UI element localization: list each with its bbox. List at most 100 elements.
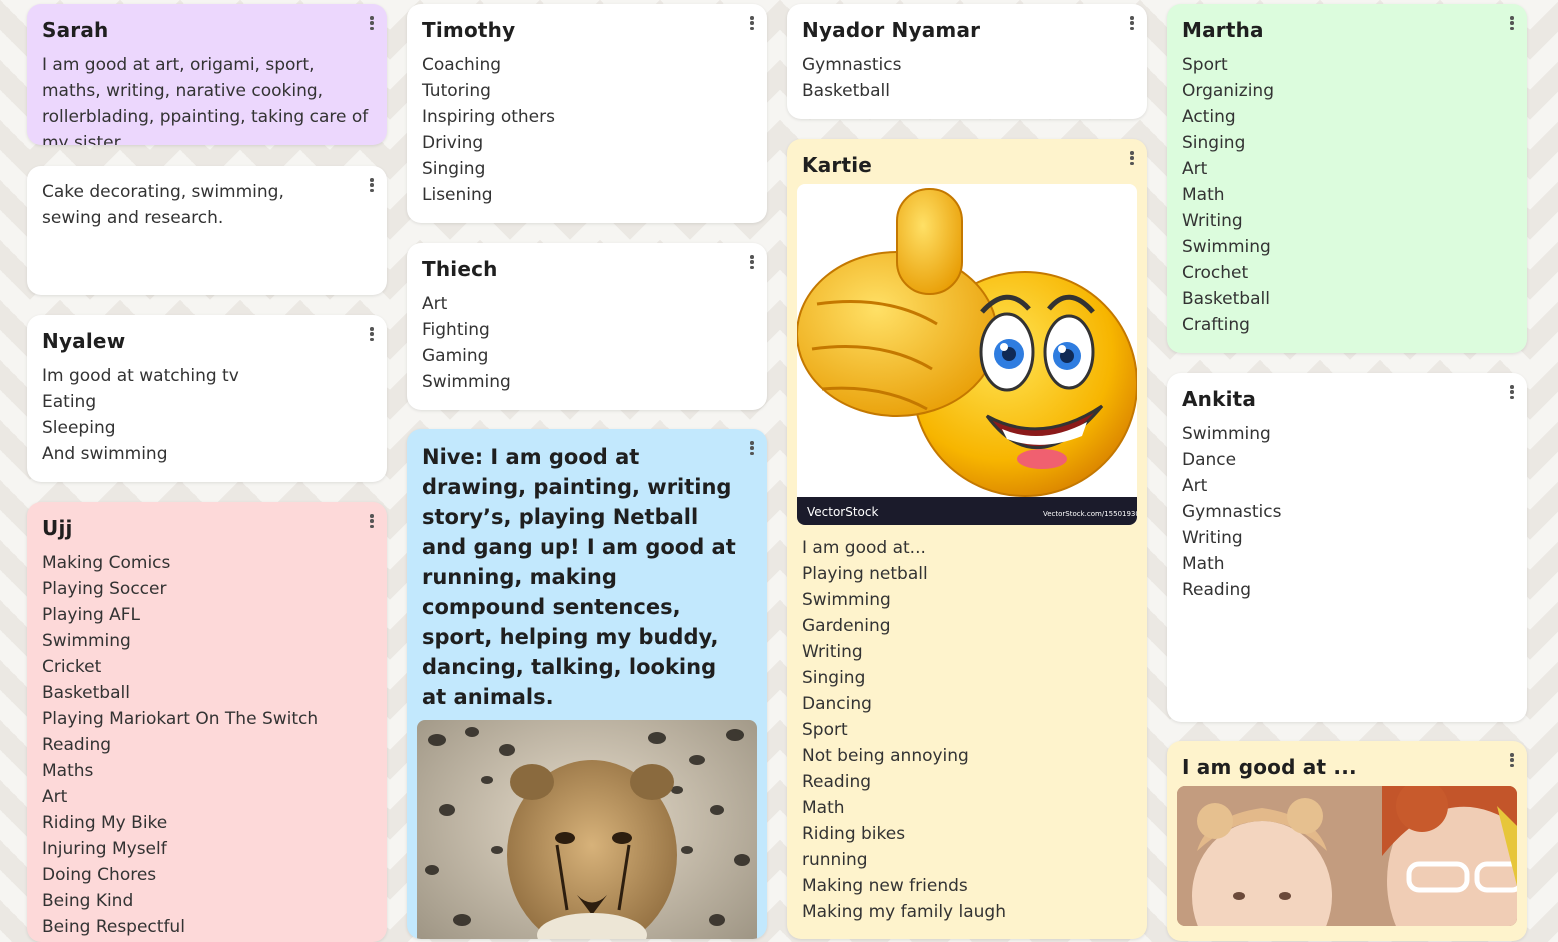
list-item: Being Respectful bbox=[42, 917, 185, 937]
list-item: Reading bbox=[1182, 580, 1252, 600]
list-item: Art bbox=[42, 787, 68, 807]
post-body: Swimming Dance Art Gymnastics Writing Ma… bbox=[1182, 421, 1512, 603]
list-item: Coaching bbox=[422, 55, 502, 75]
list-item: Playing Mariokart On The Switch bbox=[42, 709, 319, 729]
list-item: Singing bbox=[802, 668, 866, 688]
list-item: Swimming bbox=[1182, 424, 1271, 444]
post-body: Im good at watching tv Eating Sleeping A… bbox=[42, 363, 372, 467]
more-options-icon[interactable] bbox=[1507, 383, 1517, 401]
post-title: Ujj bbox=[42, 516, 73, 540]
list-item: I am good at... bbox=[802, 538, 926, 558]
list-item: Making new friends bbox=[802, 876, 968, 896]
post-card-cake[interactable]: Cake decorating, swimming, sewing and re… bbox=[27, 166, 387, 295]
list-item: Art bbox=[1182, 159, 1208, 179]
post-body: I am good at... Playing netball Swimming… bbox=[802, 535, 1132, 925]
post-body: Making Comics Playing Soccer Playing AFL… bbox=[42, 550, 372, 940]
list-item: Playing netball bbox=[802, 564, 928, 584]
list-item: Driving bbox=[422, 133, 484, 153]
thumbs-up-smiley-image[interactable]: VectorStock VectorStock.com/15501930 bbox=[797, 184, 1137, 525]
list-item: running bbox=[802, 850, 868, 870]
list-item: Eating bbox=[42, 392, 97, 412]
list-item: Sport bbox=[1182, 55, 1228, 75]
list-item: Making Comics bbox=[42, 553, 171, 573]
list-item: Dancing bbox=[802, 694, 872, 714]
list-item: Swimming bbox=[802, 590, 891, 610]
list-item: Swimming bbox=[42, 631, 131, 651]
more-options-icon[interactable] bbox=[747, 253, 757, 271]
more-options-icon[interactable] bbox=[1127, 14, 1137, 32]
list-item: Injuring Myself bbox=[42, 839, 167, 859]
post-card-ujj[interactable]: Ujj Making Comics Playing Soccer Playing… bbox=[27, 502, 387, 942]
post-card-nyalew[interactable]: Nyalew Im good at watching tv Eating Sle… bbox=[27, 315, 387, 482]
list-item: Riding My Bike bbox=[42, 813, 168, 833]
list-item: Dance bbox=[1182, 450, 1237, 470]
post-title: Martha bbox=[1182, 18, 1264, 42]
post-title: Timothy bbox=[422, 18, 516, 42]
post-body: Coaching Tutoring Inspiring others Drivi… bbox=[422, 52, 752, 208]
list-item: Writing bbox=[1182, 211, 1243, 231]
list-item: And swimming bbox=[42, 444, 168, 464]
list-item: Reading bbox=[42, 735, 112, 755]
post-card-martha[interactable]: Martha Sport Organizing Acting Singing A… bbox=[1167, 4, 1527, 353]
thumbs-up-smiley-icon: VectorStock VectorStock.com/15501930 bbox=[797, 188, 1137, 525]
more-options-icon[interactable] bbox=[367, 512, 377, 530]
list-item: Maths bbox=[42, 761, 94, 781]
post-card-kartie[interactable]: Kartie VectorStock VectorStock.com/15501… bbox=[787, 139, 1147, 939]
more-options-icon[interactable] bbox=[1127, 149, 1137, 167]
post-body: Sport Organizing Acting Singing Art Math… bbox=[1182, 52, 1512, 338]
post-body: Nive: I am good at drawing, painting, wr… bbox=[422, 445, 736, 709]
list-item: Playing AFL bbox=[42, 605, 141, 625]
list-item: Not being annoying bbox=[802, 746, 969, 766]
more-options-icon[interactable] bbox=[367, 14, 377, 32]
list-item: Sleeping bbox=[42, 418, 116, 438]
children-photo-image bbox=[1177, 786, 1517, 926]
list-item: Im good at watching tv bbox=[42, 366, 239, 386]
list-item: Art bbox=[1182, 476, 1208, 496]
post-card-ankita[interactable]: Ankita Swimming Dance Art Gymnastics Wri… bbox=[1167, 373, 1527, 722]
post-title: Nyador Nyamar bbox=[802, 18, 981, 42]
list-item: Playing Soccer bbox=[42, 579, 167, 599]
post-title: I am good at ... bbox=[1182, 755, 1357, 779]
more-options-icon[interactable] bbox=[747, 14, 757, 32]
list-item: Singing bbox=[422, 159, 486, 179]
list-item: Lisening bbox=[422, 185, 493, 205]
list-item: Inspiring others bbox=[422, 107, 555, 127]
list-item: Cricket bbox=[42, 657, 102, 677]
list-item: Writing bbox=[802, 642, 863, 662]
list-item: Math bbox=[802, 798, 845, 818]
list-item: Math bbox=[1182, 185, 1225, 205]
list-item: Making my family laugh bbox=[802, 902, 1006, 922]
list-item: Swimming bbox=[1182, 237, 1271, 257]
list-item: Organizing bbox=[1182, 81, 1274, 101]
post-card-sarah[interactable]: Sarah I am good at art, origami, sport, … bbox=[27, 4, 387, 145]
list-item: Doing Chores bbox=[42, 865, 157, 885]
watermark-left: VectorStock bbox=[807, 505, 879, 519]
more-options-icon[interactable] bbox=[747, 439, 757, 457]
list-item: Writing bbox=[1182, 528, 1243, 548]
post-body: Cake decorating, swimming, sewing and re… bbox=[42, 182, 284, 228]
post-title: Nyalew bbox=[42, 329, 126, 353]
post-body: Gymnastics Basketball bbox=[802, 52, 1132, 104]
list-item: Being Kind bbox=[42, 891, 134, 911]
post-card-nive[interactable]: Nive: I am good at drawing, painting, wr… bbox=[407, 429, 767, 939]
list-item: Acting bbox=[1182, 107, 1236, 127]
list-item: Gymnastics bbox=[1182, 502, 1282, 522]
more-options-icon[interactable] bbox=[367, 176, 377, 194]
post-card-timothy[interactable]: Timothy Coaching Tutoring Inspiring othe… bbox=[407, 4, 767, 223]
more-options-icon[interactable] bbox=[1507, 14, 1517, 32]
list-item: Gaming bbox=[422, 346, 489, 366]
post-body: Art Fighting Gaming Swimming bbox=[422, 291, 752, 395]
post-card-nyador[interactable]: Nyador Nyamar Gymnastics Basketball bbox=[787, 4, 1147, 119]
list-item: Gymnastics bbox=[802, 55, 902, 75]
post-card-good-at[interactable]: I am good at ... bbox=[1167, 741, 1527, 941]
post-card-thiech[interactable]: Thiech Art Fighting Gaming Swimming bbox=[407, 243, 767, 410]
list-item: Basketball bbox=[1182, 289, 1270, 309]
more-options-icon[interactable] bbox=[367, 325, 377, 343]
watermark-right: VectorStock.com/15501930 bbox=[1043, 510, 1137, 518]
list-item: Sport bbox=[802, 720, 848, 740]
cheetah-cub-photo[interactable] bbox=[417, 720, 757, 939]
list-item: Math bbox=[1182, 554, 1225, 574]
children-photo[interactable] bbox=[1177, 786, 1517, 926]
more-options-icon[interactable] bbox=[1507, 751, 1517, 769]
list-item: Gardening bbox=[802, 616, 891, 636]
